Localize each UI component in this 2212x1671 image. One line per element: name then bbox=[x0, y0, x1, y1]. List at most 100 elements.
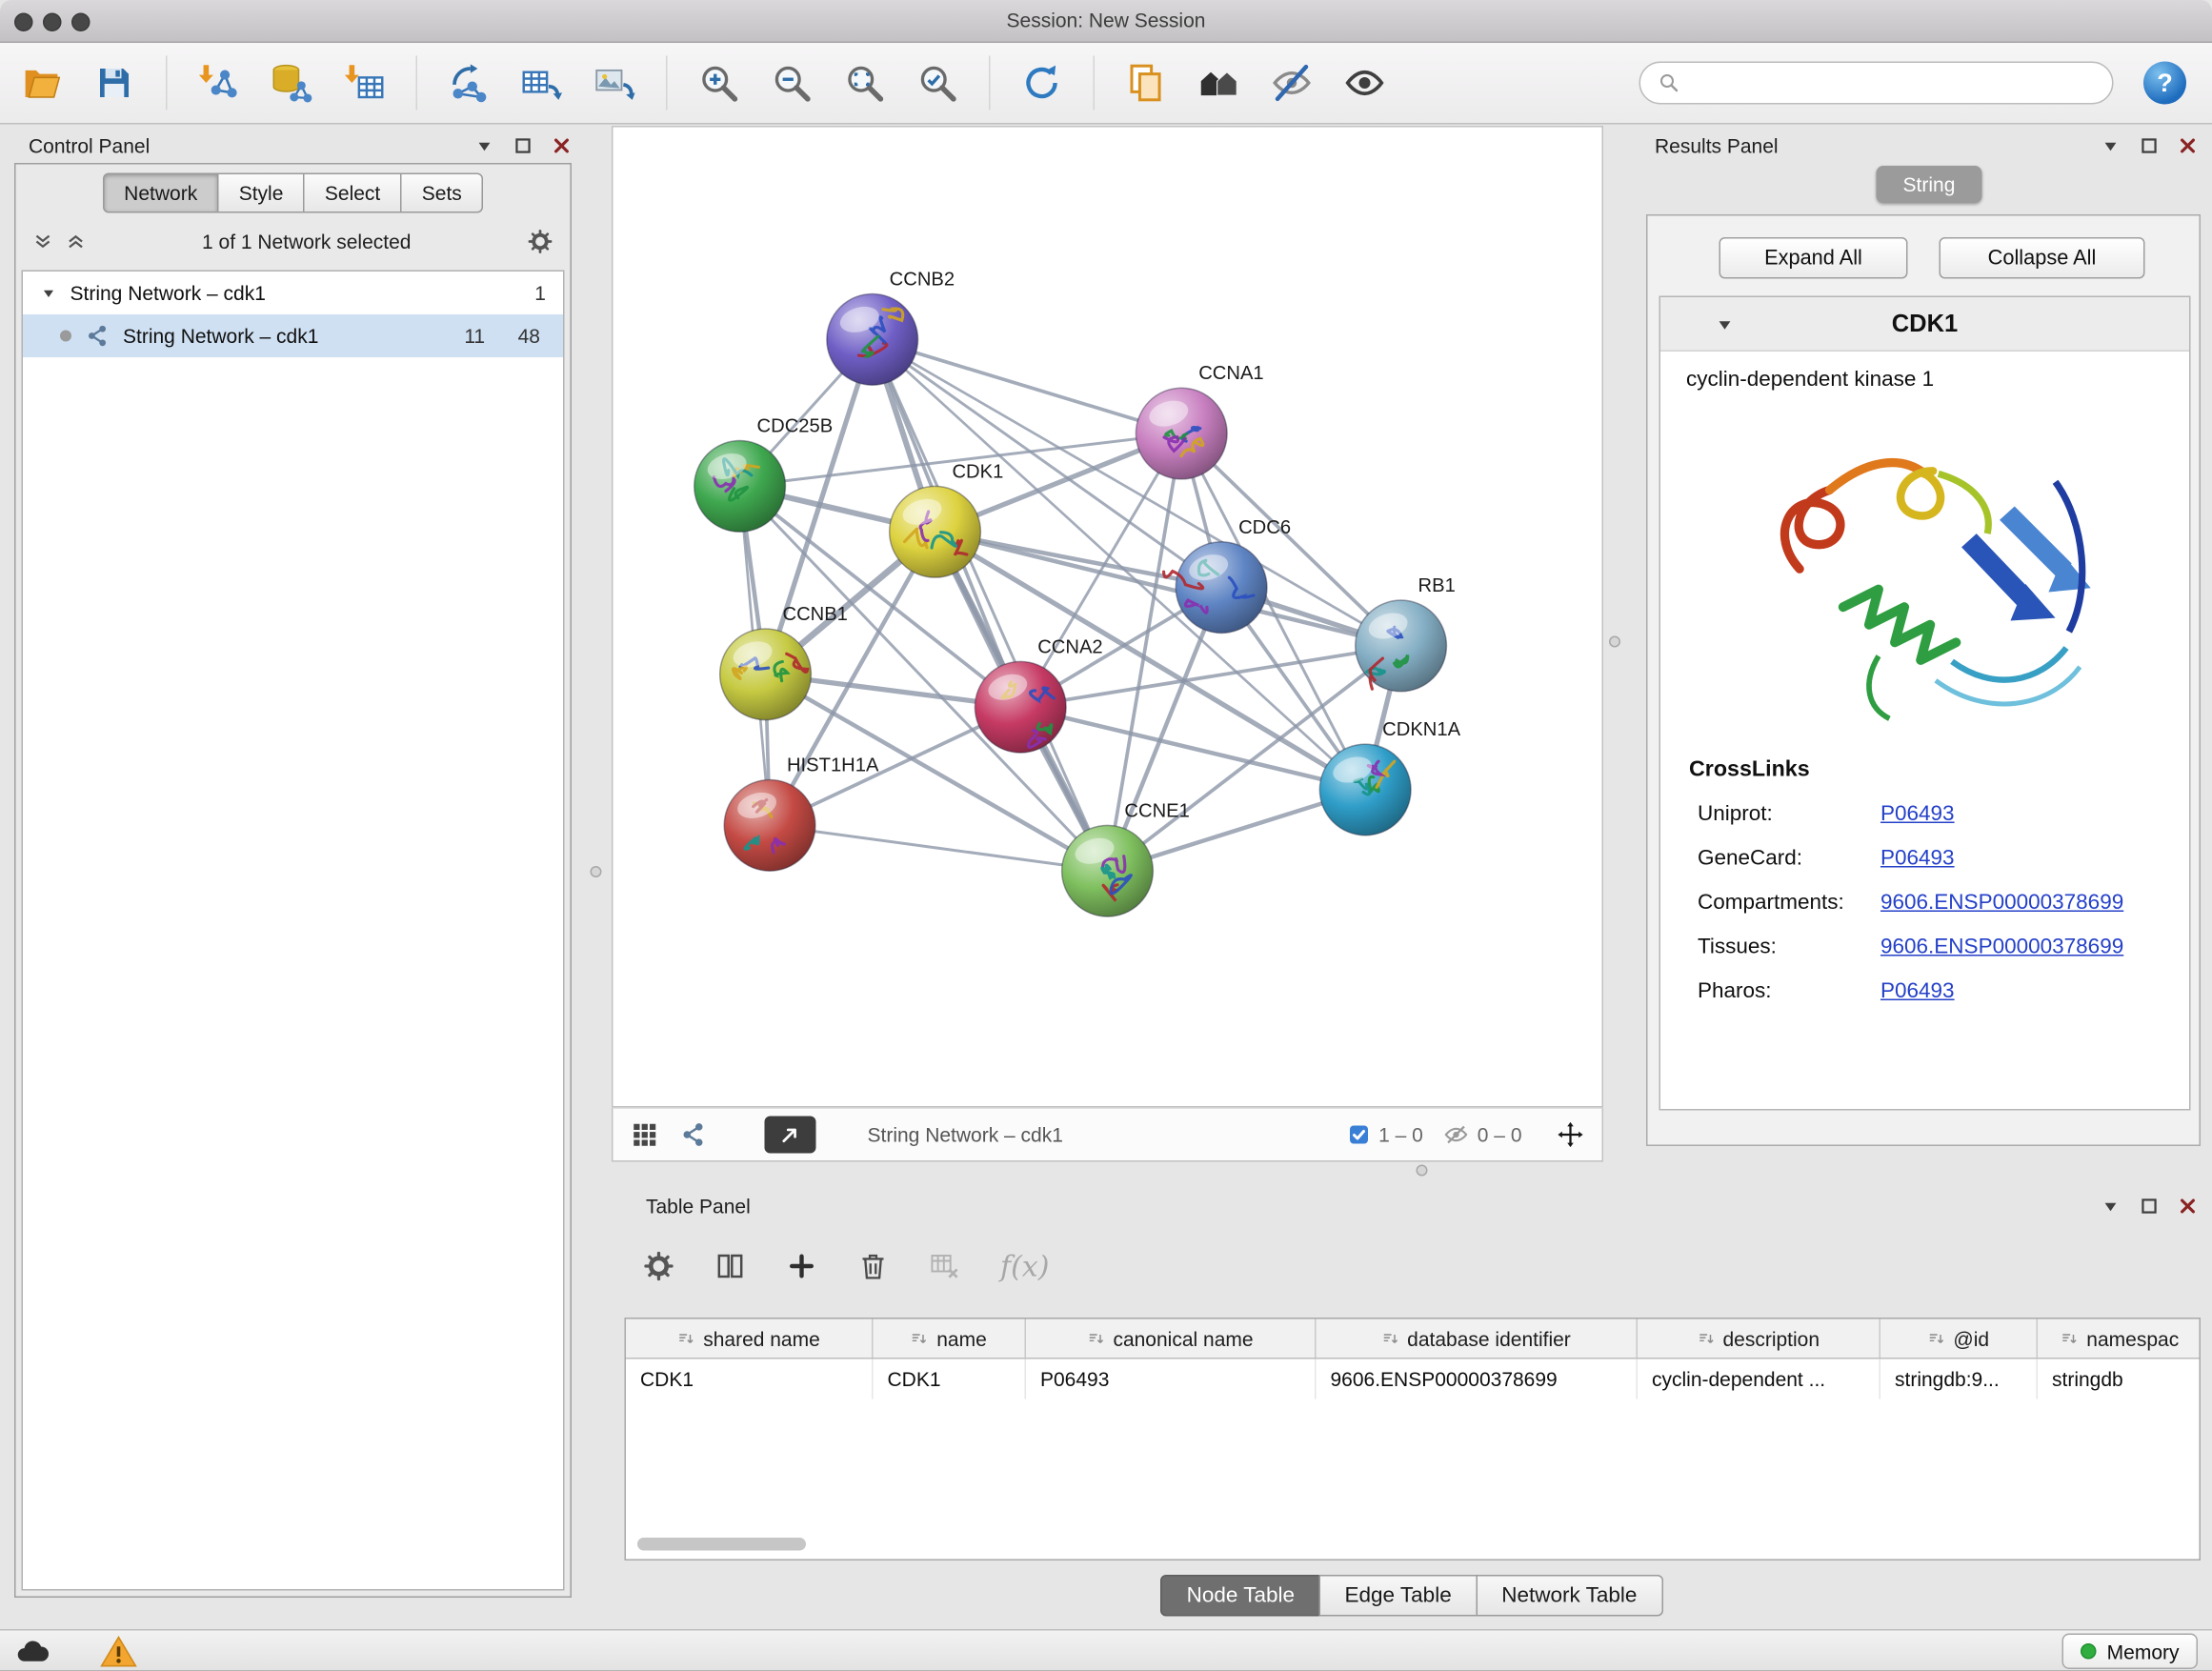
tab-string[interactable]: String bbox=[1877, 166, 1982, 203]
collapse-all-icon[interactable] bbox=[33, 232, 53, 252]
expand-all-icon[interactable] bbox=[66, 232, 86, 252]
network-node-CCNA1[interactable]: CCNA1 bbox=[1136, 363, 1263, 479]
cell-canonical-name[interactable]: P06493 bbox=[1026, 1359, 1317, 1399]
network-edge[interactable] bbox=[770, 825, 1107, 871]
horizontal-splitter-handle[interactable] bbox=[1417, 1165, 1428, 1177]
import-network-file-icon[interactable] bbox=[197, 62, 240, 105]
zoom-selected-icon[interactable] bbox=[916, 62, 959, 105]
network-node-HIST1H1A[interactable]: HIST1H1A bbox=[724, 755, 879, 872]
tab-select[interactable]: Select bbox=[303, 173, 401, 213]
toolbar-separator bbox=[416, 56, 418, 111]
tree-expand-caret-icon[interactable] bbox=[40, 285, 57, 302]
network-options-gear-icon[interactable] bbox=[528, 229, 553, 254]
panel-close-icon[interactable] bbox=[552, 136, 572, 156]
refresh-icon[interactable] bbox=[1020, 62, 1063, 105]
network-overview-icon[interactable] bbox=[679, 1120, 708, 1149]
cloud-status-icon[interactable] bbox=[14, 1633, 51, 1670]
panel-float-icon[interactable] bbox=[2140, 136, 2160, 156]
table-horizontal-scrollbar[interactable] bbox=[637, 1538, 806, 1551]
search-box[interactable] bbox=[1639, 62, 2114, 105]
pan-move-icon[interactable] bbox=[1557, 1120, 1585, 1149]
table-row[interactable]: CDK1 CDK1 P06493 9606.ENSP00000378699 cy… bbox=[626, 1359, 2200, 1399]
panel-float-icon[interactable] bbox=[2140, 1197, 2160, 1217]
column-header-database-identifier[interactable]: database identifier bbox=[1317, 1319, 1639, 1359]
export-image-icon[interactable] bbox=[593, 62, 636, 105]
column-header-id[interactable]: @id bbox=[1880, 1319, 2038, 1359]
network-node-CCNB2[interactable]: CCNB2 bbox=[827, 270, 955, 386]
column-header-description[interactable]: description bbox=[1638, 1319, 1880, 1359]
home-layouts-icon[interactable] bbox=[1197, 62, 1240, 105]
panel-close-icon[interactable] bbox=[2178, 136, 2198, 156]
cell-id[interactable]: stringdb:9... bbox=[1880, 1359, 2038, 1399]
column-header-name[interactable]: name bbox=[874, 1319, 1027, 1359]
right-splitter-handle[interactable] bbox=[1609, 636, 1620, 648]
show-graphics-details-icon[interactable] bbox=[1343, 62, 1386, 105]
compartments-link[interactable]: 9606.ENSP00000378699 bbox=[1880, 891, 2123, 916]
network-view-canvas[interactable]: CCNB2CCNA1CDC25BCDK1CDC6RB1CCNB1CCNA2CDK… bbox=[612, 126, 1603, 1108]
tab-sets[interactable]: Sets bbox=[400, 173, 483, 213]
network-row[interactable]: String Network – cdk1 11 48 bbox=[23, 314, 563, 357]
network-collection-row[interactable]: String Network – cdk1 1 bbox=[23, 272, 563, 314]
column-header-shared-name[interactable]: shared name bbox=[626, 1319, 874, 1359]
open-session-icon[interactable] bbox=[20, 62, 63, 105]
panel-float-icon[interactable] bbox=[513, 136, 533, 156]
cell-name[interactable]: CDK1 bbox=[874, 1359, 1027, 1399]
left-splitter-handle[interactable] bbox=[591, 866, 602, 877]
export-table-icon[interactable] bbox=[520, 62, 563, 105]
delete-table-icon bbox=[929, 1251, 960, 1282]
tab-node-table[interactable]: Node Table bbox=[1161, 1575, 1320, 1617]
expand-all-button[interactable]: Expand All bbox=[1719, 237, 1908, 279]
cell-database-identifier[interactable]: 9606.ENSP00000378699 bbox=[1317, 1359, 1639, 1399]
network-edge[interactable] bbox=[873, 339, 1182, 433]
column-header-canonical-name[interactable]: canonical name bbox=[1026, 1319, 1317, 1359]
cell-shared-name[interactable]: CDK1 bbox=[626, 1359, 874, 1399]
tab-style[interactable]: Style bbox=[217, 173, 305, 213]
tissues-link[interactable]: 9606.ENSP00000378699 bbox=[1880, 935, 2123, 959]
add-column-icon[interactable] bbox=[786, 1251, 817, 1282]
collapse-all-button[interactable]: Collapse All bbox=[1940, 237, 2145, 279]
birdseye-view-button[interactable] bbox=[765, 1117, 816, 1154]
delete-column-icon[interactable] bbox=[857, 1251, 889, 1282]
panel-menu-caret-icon[interactable] bbox=[2101, 1197, 2121, 1217]
pharos-link[interactable]: P06493 bbox=[1880, 979, 1955, 1004]
search-input[interactable] bbox=[1692, 72, 2095, 94]
tab-edge-table[interactable]: Edge Table bbox=[1319, 1575, 1478, 1617]
warning-icon[interactable] bbox=[100, 1633, 137, 1670]
network-node-CDKN1A[interactable]: CDKN1A bbox=[1319, 719, 1460, 836]
zoom-fit-icon[interactable] bbox=[843, 62, 886, 105]
panel-close-icon[interactable] bbox=[2178, 1197, 2198, 1217]
protein-header[interactable]: CDK1 bbox=[1660, 297, 2189, 352]
table-settings-gear-icon[interactable] bbox=[643, 1251, 674, 1282]
genecard-link[interactable]: P06493 bbox=[1880, 846, 1955, 871]
column-header-namespace[interactable]: namespac bbox=[2038, 1319, 2202, 1359]
uniprot-link[interactable]: P06493 bbox=[1880, 802, 1955, 827]
save-session-icon[interactable] bbox=[93, 62, 136, 105]
new-network-icon[interactable] bbox=[448, 62, 491, 105]
hide-annotations-icon[interactable] bbox=[1271, 62, 1314, 105]
grid-view-icon[interactable] bbox=[631, 1120, 659, 1149]
cell-description[interactable]: cyclin-dependent ... bbox=[1638, 1359, 1880, 1399]
cell-namespace[interactable]: stringdb bbox=[2038, 1359, 2202, 1399]
network-tree: String Network – cdk1 1 String Network –… bbox=[22, 271, 565, 1591]
network-edge[interactable] bbox=[873, 339, 1108, 871]
copy-document-icon[interactable] bbox=[1125, 62, 1168, 105]
memory-button[interactable]: Memory bbox=[2062, 1634, 2198, 1670]
sort-icon bbox=[1381, 1330, 1398, 1347]
import-table-file-icon[interactable] bbox=[343, 62, 386, 105]
tab-network[interactable]: Network bbox=[103, 173, 219, 213]
zoom-out-icon[interactable] bbox=[771, 62, 814, 105]
help-button[interactable]: ? bbox=[2143, 62, 2186, 105]
network-node-CCNB1[interactable]: CCNB1 bbox=[720, 604, 848, 720]
network-node-RB1[interactable]: RB1 bbox=[1356, 575, 1456, 692]
network-graph[interactable]: CCNB2CCNA1CDC25BCDK1CDC6RB1CCNB1CCNA2CDK… bbox=[613, 128, 1602, 1107]
show-columns-icon[interactable] bbox=[714, 1251, 746, 1282]
zoom-in-icon[interactable] bbox=[697, 62, 740, 105]
protein-collapse-caret-icon[interactable] bbox=[1715, 313, 1735, 333]
tab-network-table[interactable]: Network Table bbox=[1476, 1575, 1662, 1617]
import-network-database-icon[interactable] bbox=[271, 62, 313, 105]
panel-menu-caret-icon[interactable] bbox=[2101, 136, 2121, 156]
panel-menu-caret-icon[interactable] bbox=[474, 136, 494, 156]
help-glyph: ? bbox=[2157, 68, 2173, 98]
network-selection-row: 1 of 1 Network selected bbox=[33, 229, 553, 254]
network-node-CDC25B[interactable]: CDC25B bbox=[694, 416, 833, 533]
